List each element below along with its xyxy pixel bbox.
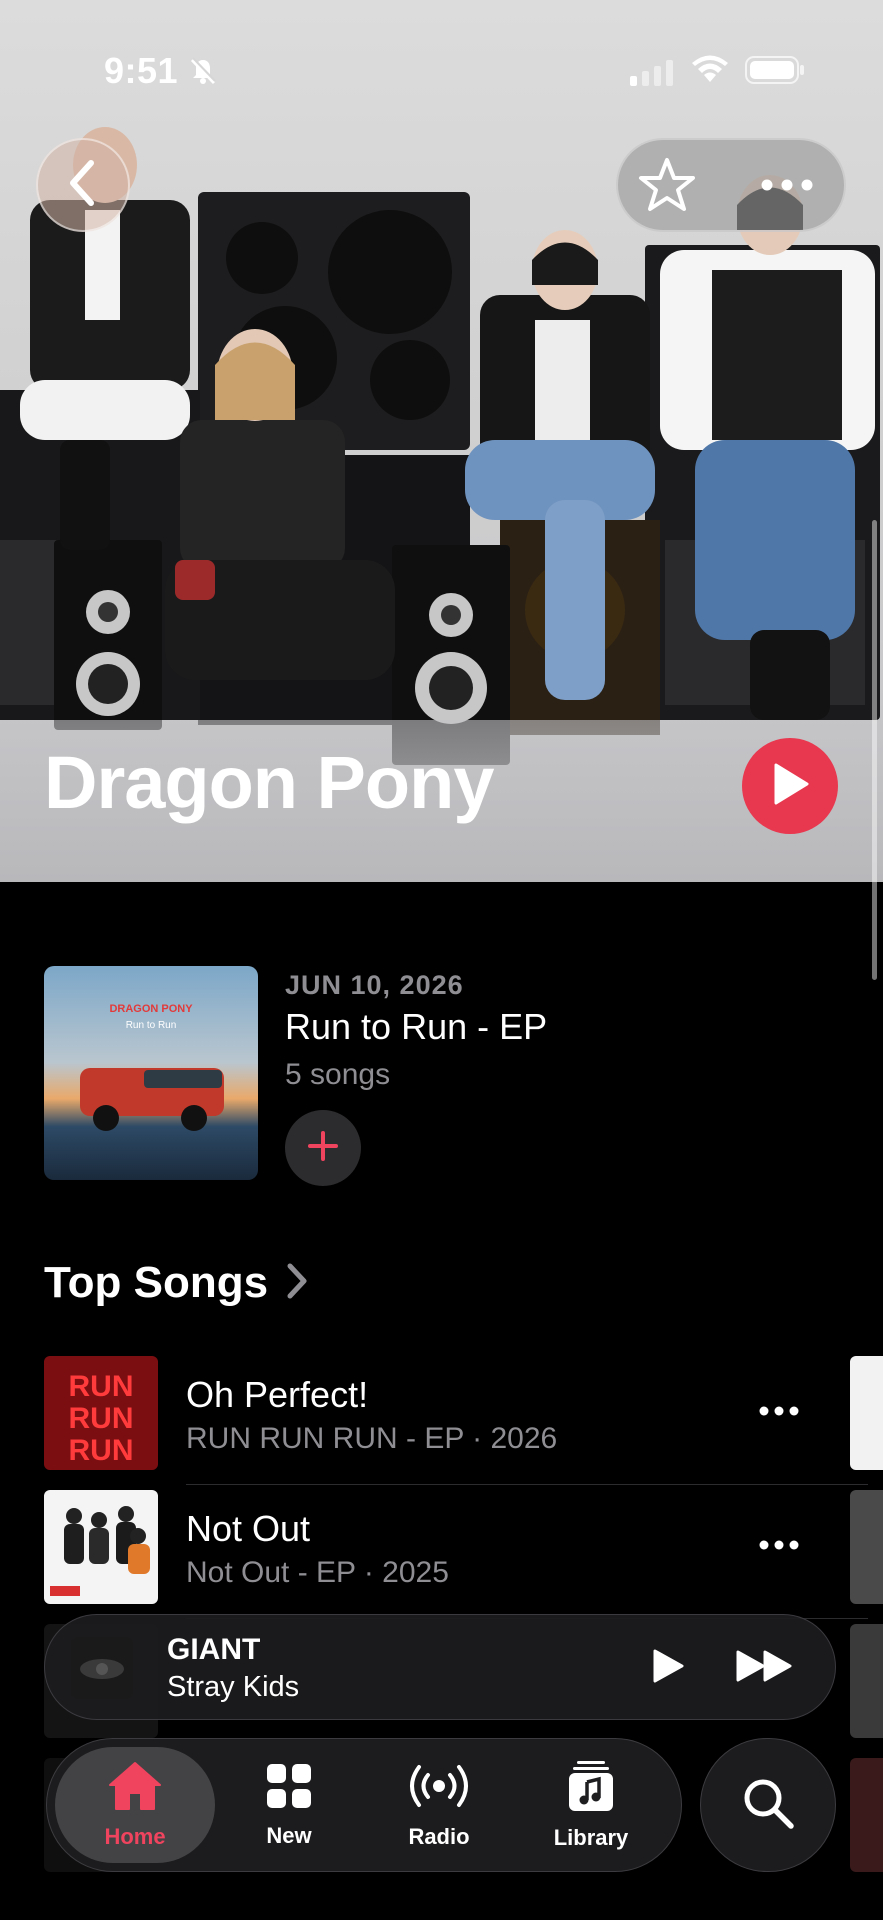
next-column-artwork[interactable] bbox=[850, 1490, 883, 1604]
svg-text:RUN: RUN bbox=[69, 1434, 134, 1467]
tab-label: Home bbox=[104, 1823, 166, 1849]
now-playing-artwork bbox=[71, 1637, 133, 1699]
play-icon bbox=[770, 762, 810, 811]
mini-player[interactable]: GIANT Stray Kids bbox=[44, 1614, 836, 1720]
status-bar: 9:51 bbox=[0, 0, 883, 150]
ellipsis-icon bbox=[761, 178, 813, 196]
tab-label: Library bbox=[553, 1824, 629, 1850]
plus-icon bbox=[307, 1130, 339, 1167]
release-song-count: 5 songs bbox=[285, 1058, 391, 1091]
top-songs-header[interactable]: Top Songs bbox=[44, 1258, 308, 1308]
home-icon bbox=[108, 1761, 162, 1816]
add-release-button[interactable] bbox=[285, 1110, 361, 1186]
chevron-left-icon bbox=[63, 159, 103, 212]
silent-mode-icon bbox=[188, 56, 218, 91]
release-artwork[interactable]: DRAGON PONY Run to Run bbox=[44, 966, 258, 1180]
mini-play-button[interactable] bbox=[639, 1639, 697, 1697]
tab-home[interactable]: Home bbox=[55, 1747, 215, 1863]
song-artwork: RUN RUN RUN bbox=[44, 1356, 158, 1470]
play-artist-button[interactable] bbox=[742, 738, 838, 834]
library-icon bbox=[567, 1760, 615, 1817]
top-songs-title: Top Songs bbox=[44, 1258, 269, 1307]
release-title[interactable]: Run to Run - EP bbox=[285, 1006, 547, 1048]
wifi-icon bbox=[690, 54, 730, 89]
song-subtitle: RUN RUN RUN - EP · 2026 bbox=[186, 1422, 558, 1455]
tab-library[interactable]: Library bbox=[511, 1747, 671, 1863]
search-icon bbox=[741, 1776, 795, 1835]
star-icon bbox=[637, 156, 697, 219]
next-column-artwork[interactable] bbox=[850, 1356, 883, 1470]
next-column-artwork[interactable] bbox=[850, 1624, 883, 1738]
cellular-signal-icon bbox=[630, 60, 674, 91]
ellipsis-icon bbox=[759, 1537, 799, 1555]
back-button[interactable] bbox=[36, 138, 130, 232]
now-playing-artist: Stray Kids bbox=[167, 1671, 300, 1703]
tab-bar: Home New Radio Library bbox=[46, 1738, 682, 1872]
mini-next-button[interactable] bbox=[725, 1639, 805, 1697]
search-button[interactable] bbox=[700, 1738, 836, 1872]
row-divider bbox=[186, 1484, 868, 1485]
artist-name: Dragon Pony bbox=[44, 741, 494, 824]
svg-text:RUN: RUN bbox=[69, 1370, 134, 1403]
tab-label: New bbox=[266, 1822, 312, 1848]
release-date: JUN 10, 2026 bbox=[285, 970, 464, 1000]
header-actions bbox=[616, 138, 846, 232]
now-playing-title: GIANT bbox=[167, 1633, 261, 1666]
top-song-row[interactable]: RUN RUN RUN Oh Perfect! RUN RUN RUN - EP… bbox=[44, 1356, 868, 1490]
song-artwork bbox=[44, 1490, 158, 1604]
top-song-row[interactable]: Not Out Not Out - EP · 2025 bbox=[44, 1490, 868, 1624]
radio-icon bbox=[406, 1761, 472, 1816]
grid-icon bbox=[265, 1762, 313, 1815]
release-art-title: Run to Run bbox=[126, 1020, 177, 1031]
svg-text:RUN: RUN bbox=[69, 1402, 134, 1435]
ellipsis-icon bbox=[759, 1403, 799, 1421]
artist-hero: 9:51 Dragon Pony bbox=[0, 0, 883, 882]
tab-label: Radio bbox=[408, 1823, 470, 1849]
song-title: Not Out bbox=[186, 1508, 311, 1549]
status-time: 9:51 bbox=[104, 50, 179, 91]
fast-forward-icon bbox=[735, 1649, 795, 1688]
song-subtitle: Not Out - EP · 2025 bbox=[186, 1556, 449, 1589]
tab-new[interactable]: New bbox=[209, 1747, 369, 1863]
song-more-button[interactable] bbox=[744, 1526, 814, 1566]
battery-icon bbox=[745, 56, 805, 89]
release-art-band: DRAGON PONY bbox=[109, 1003, 193, 1015]
scroll-indicator bbox=[872, 520, 877, 980]
latest-release[interactable]: DRAGON PONY Run to Run JUN 10, 2026 Run … bbox=[44, 966, 844, 1186]
more-options-button[interactable] bbox=[742, 152, 832, 222]
tab-radio[interactable]: Radio bbox=[359, 1747, 519, 1863]
chevron-right-icon bbox=[286, 1262, 308, 1305]
play-icon bbox=[651, 1648, 685, 1689]
song-title: Oh Perfect! bbox=[186, 1374, 369, 1415]
next-column-artwork[interactable] bbox=[850, 1758, 883, 1872]
favorite-button[interactable] bbox=[632, 152, 702, 222]
song-more-button[interactable] bbox=[744, 1392, 814, 1432]
